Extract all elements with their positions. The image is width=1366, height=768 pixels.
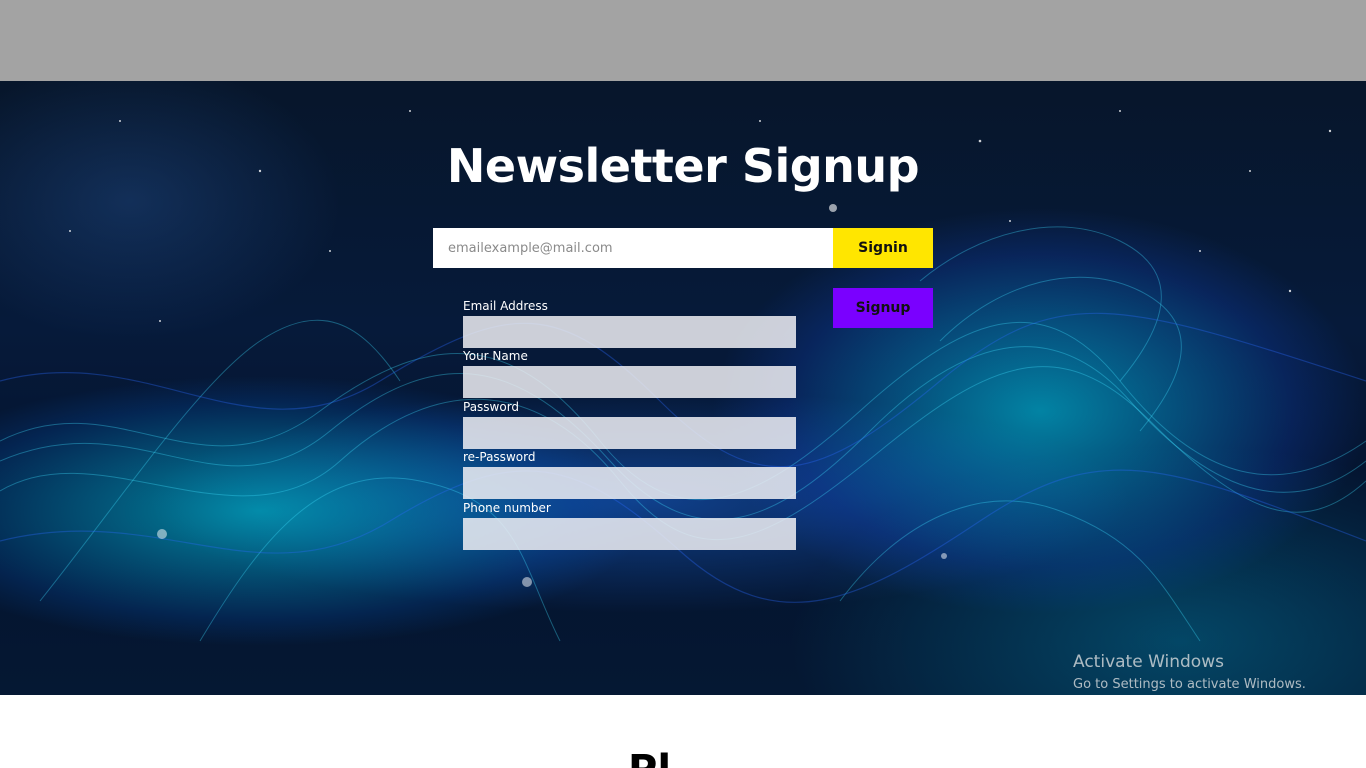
email-address-field[interactable] <box>463 316 796 348</box>
re-password-label: re-Password <box>463 450 536 464</box>
hero-section: Newsletter Signup Signin Signup Email Ad… <box>0 81 1366 695</box>
password-field[interactable] <box>463 417 796 449</box>
your-name-field[interactable] <box>463 366 796 398</box>
next-section-heading: Pl <box>628 750 671 768</box>
activate-windows-subtitle: Go to Settings to activate Windows. <box>1073 677 1306 692</box>
newsletter-email-input[interactable] <box>433 228 833 268</box>
email-address-label: Email Address <box>463 299 548 313</box>
your-name-label: Your Name <box>463 349 528 363</box>
signup-button[interactable]: Signup <box>833 288 933 328</box>
phone-number-label: Phone number <box>463 501 551 515</box>
phone-number-field[interactable] <box>463 518 796 550</box>
re-password-field[interactable] <box>463 467 796 499</box>
password-label: Password <box>463 400 520 414</box>
page-title: Newsletter Signup <box>446 139 920 193</box>
top-bar <box>0 0 1366 81</box>
signin-button[interactable]: Signin <box>833 228 933 268</box>
activate-windows-title: Activate Windows <box>1073 652 1224 672</box>
